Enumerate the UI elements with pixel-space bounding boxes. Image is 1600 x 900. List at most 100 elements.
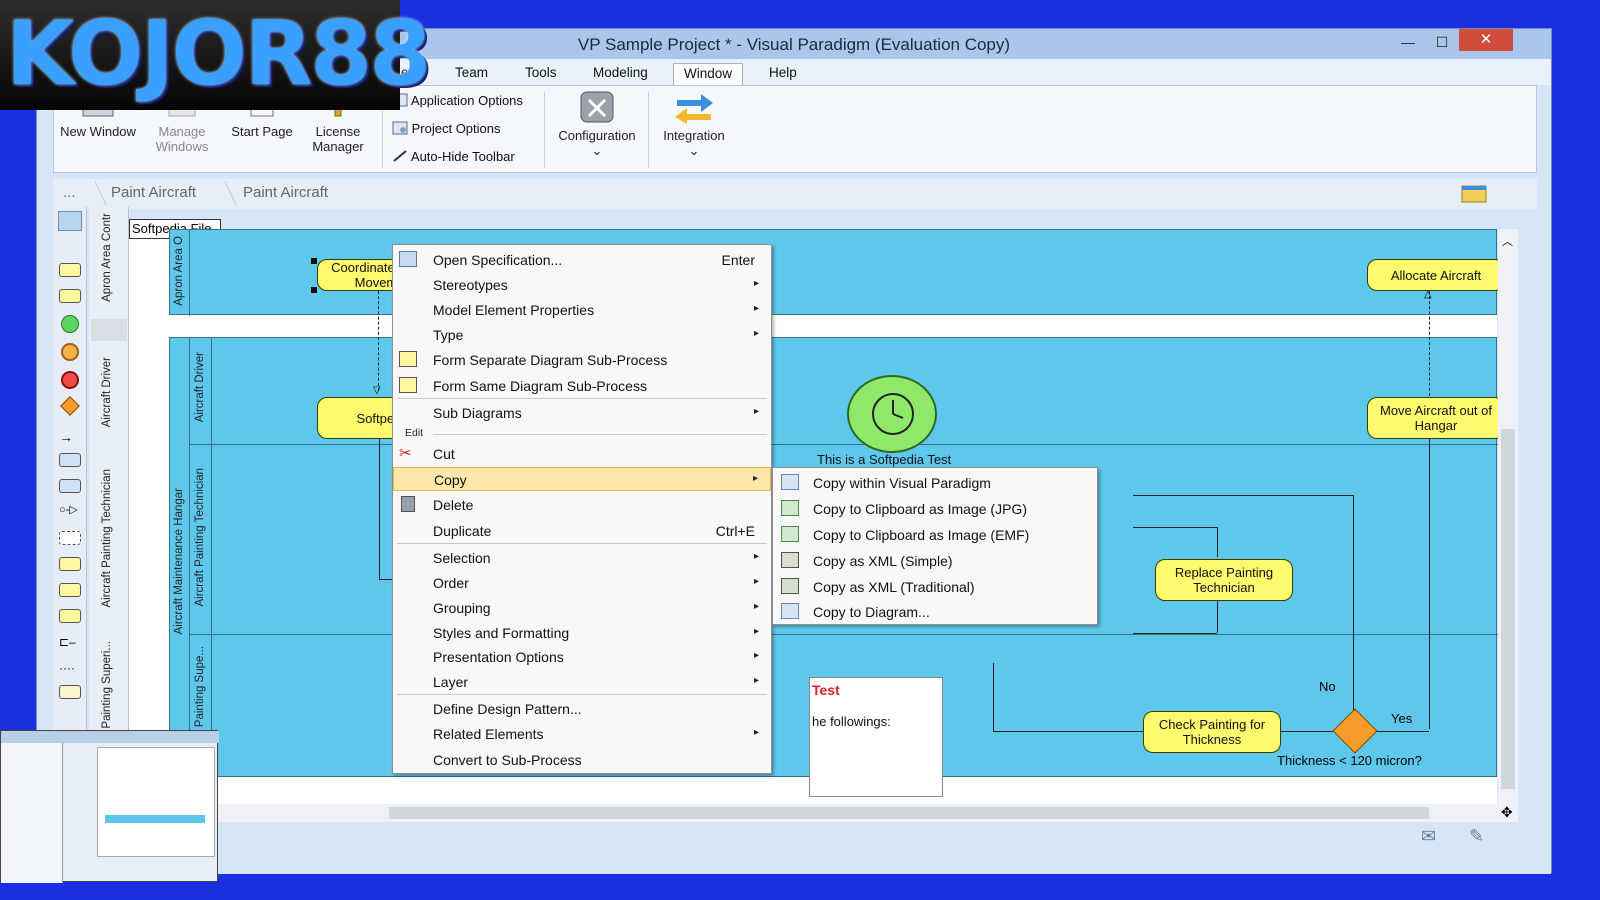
annotation-tool-icon[interactable]: [59, 583, 81, 597]
menu-model-element-properties[interactable]: Model Element Properties ▸: [393, 298, 771, 322]
menu-window[interactable]: Window: [673, 63, 744, 85]
horizontal-scrollbar[interactable]: ✥: [129, 804, 1518, 822]
menu-layer[interactable]: Layer ▸: [393, 670, 771, 694]
menu-label: Related Elements: [433, 726, 544, 742]
close-button[interactable]: ✕: [1459, 29, 1513, 51]
text-annotation[interactable]: Test he followings:: [809, 677, 943, 797]
pool-header: Apron Area O: [170, 230, 190, 316]
scroll-thumb[interactable]: [1501, 429, 1515, 789]
selection-handle[interactable]: [311, 287, 317, 293]
thumbnail-bar: [105, 815, 205, 823]
message-flow-icon[interactable]: ○-▷: [59, 503, 78, 516]
trash-icon: [401, 496, 415, 512]
dotted-line-icon[interactable]: ····: [59, 661, 75, 675]
menu-label: Copy to Clipboard as Image (EMF): [813, 527, 1030, 543]
breadcrumb-item[interactable]: Paint Aircraft: [111, 184, 196, 201]
scroll-up-icon[interactable]: ︿: [1502, 233, 1513, 249]
timer-event[interactable]: [847, 375, 937, 453]
menu-label: Copy within Visual Paradigm: [813, 475, 991, 491]
menu-delete[interactable]: Delete: [393, 493, 771, 517]
maximize-button[interactable]: ☐: [1427, 31, 1457, 53]
callout-tool-icon[interactable]: [59, 609, 81, 623]
menu-selection[interactable]: Selection ▸: [393, 546, 771, 570]
menu-copy-jpg[interactable]: Copy to Clipboard as Image (JPG): [773, 496, 1097, 522]
submenu-arrow-icon: ▸: [753, 303, 759, 314]
data-object-icon[interactable]: [59, 557, 81, 571]
scroll-thumb[interactable]: [389, 807, 1429, 819]
menu-form-separate-subprocess[interactable]: Form Separate Diagram Sub-Process: [393, 348, 771, 372]
intermediate-event-icon[interactable]: [61, 343, 79, 361]
select-tool-icon[interactable]: [58, 211, 82, 231]
lane-label: Aircraft Driver: [101, 357, 113, 428]
replace-technician-task[interactable]: Replace Painting Technician: [1155, 559, 1293, 601]
note-tool-icon[interactable]: [59, 685, 81, 699]
group-tool-icon[interactable]: [59, 531, 81, 545]
menu-label: Copy as XML (Simple): [813, 553, 953, 569]
menu-styles-formatting[interactable]: Styles and Formatting ▸: [393, 621, 771, 645]
menu-help[interactable]: Help: [759, 63, 807, 85]
menu-team[interactable]: Team: [445, 63, 498, 85]
folder-icon[interactable]: [1461, 183, 1487, 208]
end-event-icon[interactable]: [61, 371, 79, 389]
configuration-button[interactable]: Configuration ⌄: [552, 90, 642, 170]
menu-copy[interactable]: Copy ▸: [393, 467, 771, 491]
menu-separator: [397, 694, 767, 695]
message-flow: [1429, 291, 1430, 401]
minimize-button[interactable]: —: [1393, 31, 1423, 53]
shortcut-label: Enter: [721, 252, 755, 268]
move-icon[interactable]: ✥: [1501, 804, 1513, 821]
lane-tool-icon[interactable]: [59, 479, 81, 493]
menu-form-same-subprocess[interactable]: Form Same Diagram Sub-Process: [393, 374, 771, 398]
sequence-flow-icon[interactable]: →: [59, 429, 73, 445]
menu-copy-to-diagram[interactable]: Copy to Diagram...: [773, 599, 1097, 625]
menu-open-specification[interactable]: Open Specification... Enter: [393, 248, 771, 272]
menu-stereotypes[interactable]: Stereotypes ▸: [393, 273, 771, 297]
menu-order[interactable]: Order ▸: [393, 571, 771, 595]
integration-button[interactable]: Integration ⌄: [654, 90, 734, 170]
menu-tools[interactable]: Tools: [515, 63, 567, 85]
breadcrumb-more[interactable]: ...: [63, 184, 76, 201]
menu-presentation-options[interactable]: Presentation Options ▸: [393, 645, 771, 669]
chevron-down-icon: ⌄: [688, 143, 700, 158]
menu-grouping[interactable]: Grouping ▸: [393, 596, 771, 620]
project-options-button[interactable]: Project Options: [392, 118, 542, 140]
menu-duplicate[interactable]: Duplicate Ctrl+E: [393, 519, 771, 543]
menu-modeling[interactable]: Modeling: [583, 63, 658, 85]
task-tool-icon[interactable]: [59, 263, 81, 277]
menu-cut[interactable]: ✂ Cut: [393, 442, 771, 466]
menu-copy-emf[interactable]: Copy to Clipboard as Image (EMF): [773, 522, 1097, 548]
menu-section-edit: Edit: [405, 427, 424, 439]
association-icon[interactable]: ⊏–: [59, 635, 76, 649]
edit-icon[interactable]: ✎: [1469, 826, 1484, 847]
allocate-aircraft-task[interactable]: Allocate Aircraft: [1367, 259, 1505, 291]
menu-convert-subprocess[interactable]: Convert to Sub-Process: [393, 748, 771, 772]
menu-copy-xml-simple[interactable]: Copy as XML (Simple): [773, 548, 1097, 574]
start-event-icon[interactable]: [61, 315, 79, 333]
submenu-arrow-icon: ▸: [753, 626, 759, 637]
diagram-copy-icon: [781, 603, 799, 619]
menu-separator: [397, 543, 767, 544]
auto-hide-toolbar-button[interactable]: Auto-Hide Toolbar: [392, 146, 542, 168]
mail-icon[interactable]: ✉: [1421, 826, 1436, 847]
chevron-down-icon: ⌄: [591, 143, 603, 158]
check-thickness-task[interactable]: Check Painting for Thickness: [1143, 711, 1281, 753]
move-aircraft-task[interactable]: Move Aircraft out of Hangar: [1367, 397, 1505, 439]
gateway-icon[interactable]: [60, 396, 80, 416]
menu-type[interactable]: Type ▸: [393, 323, 771, 347]
menu-define-design-pattern[interactable]: Define Design Pattern...: [393, 697, 771, 721]
menu-label: Selection: [433, 550, 491, 566]
pool-tool-icon[interactable]: [59, 453, 81, 467]
selection-handle[interactable]: [311, 258, 317, 264]
vertical-scrollbar[interactable]: ︿: [1498, 229, 1518, 804]
menu-copy-xml-traditional[interactable]: Copy as XML (Traditional): [773, 574, 1097, 600]
menu-sub-diagrams[interactable]: Sub Diagrams ▸: [393, 401, 771, 425]
breadcrumb-item[interactable]: Paint Aircraft: [243, 184, 328, 201]
sequence-flow: [1217, 601, 1218, 633]
lane-label: Aircraft Driver: [194, 352, 206, 423]
submenu-arrow-icon: ▸: [752, 473, 758, 484]
subprocess-tool-icon[interactable]: [59, 289, 81, 303]
menu-label: Type: [433, 327, 464, 343]
menu-related-elements[interactable]: Related Elements ▸: [393, 722, 771, 746]
menu-copy-within-vp[interactable]: Copy within Visual Paradigm: [773, 470, 1097, 496]
thumbnail-dialog: [97, 747, 215, 857]
